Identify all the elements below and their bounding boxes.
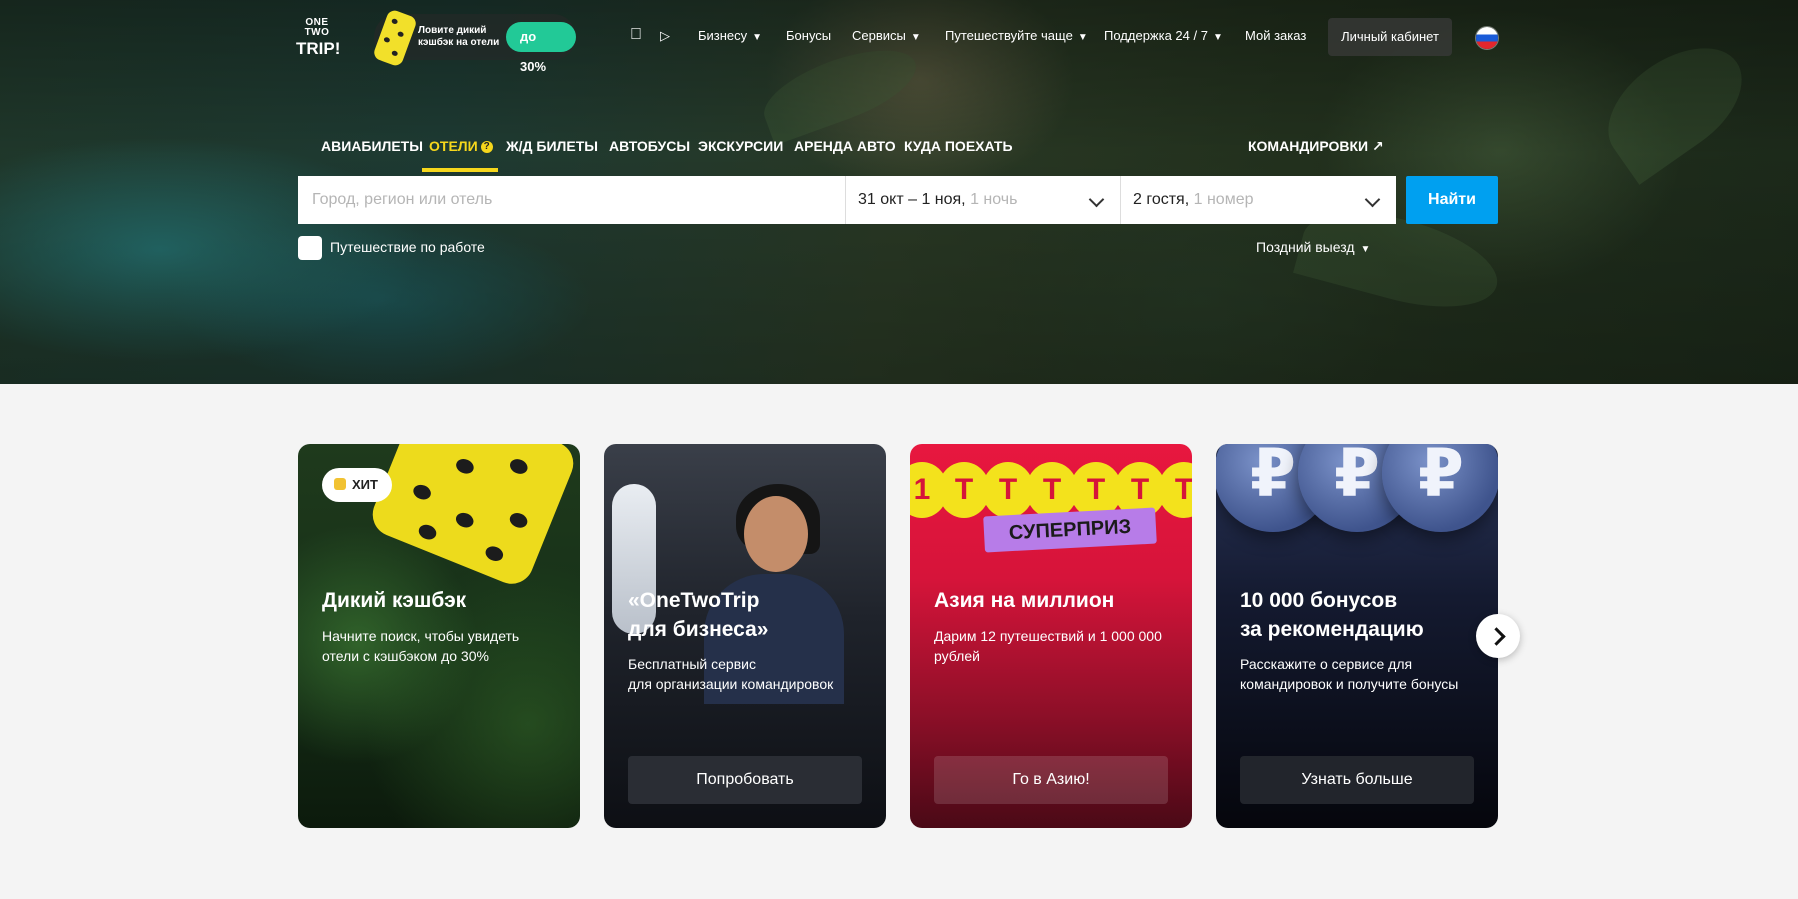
tab-excursions[interactable]: ЭКСКУРСИИ xyxy=(698,138,783,154)
work-trip-checkbox[interactable] xyxy=(298,236,322,260)
active-tab-indicator xyxy=(422,168,498,172)
tab-business-trips-label: КОМАНДИРОВКИ xyxy=(1248,138,1369,154)
promo-text: Ловите дикий кэшбэк на отели xyxy=(418,25,500,48)
promo-card-business[interactable]: «OneTwoTrip для бизнеса» Бесплатный серв… xyxy=(604,444,886,828)
tab-rail[interactable]: Ж/Д БИЛЕТЫ xyxy=(506,138,598,154)
chevron-down-icon: ▼ xyxy=(1212,32,1223,43)
nav-business-label: Бизнесу xyxy=(698,28,748,43)
passenger-face xyxy=(744,496,808,572)
rooms-value: 1 номер xyxy=(1193,191,1254,208)
promo-badge: до 30% xyxy=(506,22,576,74)
cashback-promo-banner[interactable]: Ловите дикий кэшбэк на отели до 30% xyxy=(372,8,576,74)
late-checkout-dropdown[interactable]: Поздний выезд ▼ xyxy=(1256,239,1370,255)
try-button[interactable]: Попробовать xyxy=(628,756,862,804)
hit-badge-label: ХИТ xyxy=(352,477,378,492)
onetwotrip-logo[interactable]: ONE TWO TRIP! xyxy=(296,17,341,58)
nav-services-label: Сервисы xyxy=(852,28,906,43)
card-title: Азия на миллион xyxy=(934,589,1115,612)
dates-field[interactable]: 31 окт – 1 ноя, 1 ночь xyxy=(846,176,1121,224)
nav-travel-more-label: Путешествуйте чаще xyxy=(945,28,1073,43)
card-title: Дикий кэшбэк xyxy=(322,589,467,612)
chevron-down-icon xyxy=(1088,191,1105,208)
card-text-line1: Бесплатный сервис xyxy=(628,656,756,672)
chevron-down-icon: ▼ xyxy=(1360,244,1371,255)
learn-more-button[interactable]: Узнать больше xyxy=(1240,756,1474,804)
card-title-line2: для бизнеса» xyxy=(628,618,769,641)
nav-travel-more[interactable]: Путешествуйте чаще ▼ xyxy=(945,28,1088,43)
card-text: Дарим 12 путешествий и 1 000 000 рублей xyxy=(934,628,1162,664)
nav-bonuses[interactable]: Бонусы xyxy=(786,28,831,43)
nav-bonuses-label: Бонусы xyxy=(786,28,832,43)
destination-field[interactable] xyxy=(298,176,849,224)
tab-buses[interactable]: АВТОБУСЫ xyxy=(609,138,690,154)
external-link-icon: ↗ xyxy=(1372,138,1384,154)
leopard-suitcase-icon xyxy=(372,8,418,68)
account-button[interactable]: Личный кабинет xyxy=(1328,18,1452,56)
nights-value: 1 ночь xyxy=(970,191,1018,208)
tab-where-to-go[interactable]: КУДА ПОЕХАТЬ xyxy=(904,138,1013,154)
chevron-down-icon: ▼ xyxy=(910,32,921,43)
superprize-sticker: СУПЕРПРИЗ xyxy=(983,507,1157,553)
promo-card-referral[interactable]: ₽ ₽ ₽ 10 000 бонусов за рекомендацию Рас… xyxy=(1216,444,1498,828)
nav-my-order[interactable]: Мой заказ xyxy=(1245,28,1306,43)
go-to-asia-button[interactable]: Го в Азию! xyxy=(934,756,1168,804)
chevron-down-icon: ▼ xyxy=(1077,32,1088,43)
leopard-suitcase-image xyxy=(366,444,580,591)
ruble-coin-icon: ₽ xyxy=(1382,444,1498,532)
nav-services[interactable]: Сервисы ▼ xyxy=(852,28,921,43)
guests-field[interactable]: 2 гостя, 1 номер xyxy=(1121,176,1396,224)
tab-hotels-label: ОТЕЛИ xyxy=(429,138,478,154)
carousel-next-arrow-icon[interactable] xyxy=(1476,614,1520,658)
top-navigation: ONE TWO TRIP! Ловите дикий кэшбэк на оте… xyxy=(0,0,1798,76)
tab-flights[interactable]: АВИАБИЛЕТЫ xyxy=(321,138,423,154)
promo-card-wild-cashback[interactable]: ХИТ Дикий кэшбэк Начните поиск, чтобы ув… xyxy=(298,444,580,828)
logo-line2: TRIP! xyxy=(296,39,341,58)
card-text: Начните поиск, чтобы увидеть отели с кэш… xyxy=(322,628,520,664)
destination-input[interactable] xyxy=(310,176,849,224)
tab-hotels[interactable]: ОТЕЛИ? xyxy=(429,138,493,154)
google-play-icon[interactable]: ▷ xyxy=(660,28,670,44)
logo-line1: ONE TWO xyxy=(304,17,330,38)
nav-business[interactable]: Бизнесу ▼ xyxy=(698,28,762,43)
card-text-line2: для организации командировок xyxy=(628,676,834,692)
card-title-line1: 10 000 бонусов xyxy=(1240,589,1398,612)
nav-support[interactable]: Поддержка 24 / 7 ▼ xyxy=(1104,28,1223,43)
card-text: Расскажите о сервисе для командировок и … xyxy=(1240,656,1459,692)
late-checkout-label: Поздний выезд xyxy=(1256,239,1355,255)
leopard-icon xyxy=(334,478,346,490)
nav-my-order-label: Мой заказ xyxy=(1245,28,1307,43)
tab-car-rental[interactable]: АРЕНДА АВТО xyxy=(794,138,896,154)
hit-badge: ХИТ xyxy=(322,468,392,502)
nav-support-label: Поддержка 24 / 7 xyxy=(1104,28,1208,43)
russian-flag-icon[interactable] xyxy=(1476,27,1498,49)
dates-value: 31 окт – 1 ноя, xyxy=(858,191,971,208)
apple-icon[interactable]:  xyxy=(630,26,642,44)
card-title-line1: «OneTwoTrip xyxy=(628,589,760,612)
product-tabs: АВИАБИЛЕТЫ ОТЕЛИ? Ж/Д БИЛЕТЫ АВТОБУСЫ ЭК… xyxy=(0,130,1798,178)
help-icon: ? xyxy=(480,141,493,153)
work-trip-label: Путешествие по работе xyxy=(330,239,485,255)
guests-value: 2 гостя, xyxy=(1133,191,1194,208)
chevron-down-icon: ▼ xyxy=(752,32,763,43)
find-button[interactable]: Найти xyxy=(1406,176,1498,224)
card-title-line2: за рекомендацию xyxy=(1240,618,1424,641)
coin-icon: Т xyxy=(1158,462,1192,518)
chevron-down-icon xyxy=(1364,191,1381,208)
tab-business-trips[interactable]: КОМАНДИРОВКИ ↗ xyxy=(1248,138,1384,155)
promo-card-asia[interactable]: 1 Т Т Т Т Т Т СУПЕРПРИЗ Азия на миллион … xyxy=(910,444,1192,828)
